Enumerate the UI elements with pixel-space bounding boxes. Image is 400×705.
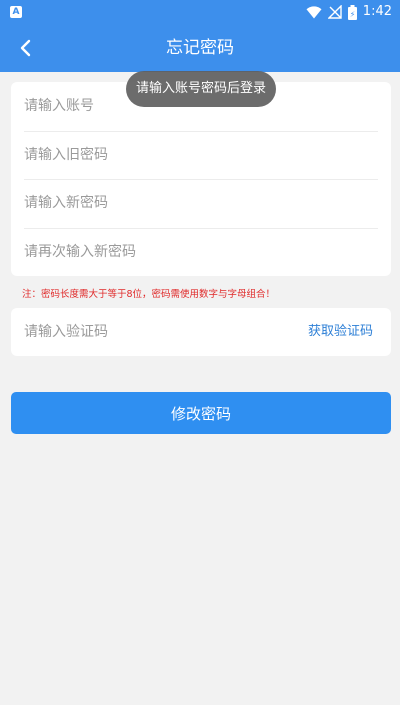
old-password-field (11, 130, 391, 179)
status-icons: ⚡ 1:42 (306, 4, 392, 20)
confirm-password-field (11, 227, 391, 276)
battery-charging-icon: ⚡ (347, 4, 357, 20)
app-bar: 忘记密码 (0, 24, 400, 72)
no-signal-icon (327, 5, 342, 19)
verification-code-input[interactable] (24, 308, 271, 356)
password-form-card (11, 82, 391, 276)
status-time: 1:42 (362, 4, 392, 19)
change-password-button[interactable]: 修改密码 (11, 392, 391, 434)
confirm-password-input[interactable] (24, 227, 391, 276)
svg-text:⚡: ⚡ (349, 10, 355, 19)
status-bar: A ⚡ 1:42 (0, 0, 400, 24)
password-rule-note: 注：密码长度需大于等于8位，密码需使用数字与字母组合！ (22, 289, 276, 300)
page-title: 忘记密码 (166, 38, 234, 58)
app-notification-icon: A (10, 6, 22, 18)
new-password-field (11, 179, 391, 228)
new-password-input[interactable] (24, 179, 391, 228)
verification-card: 获取验证码 (11, 308, 391, 356)
toast-message: 请输入账号密码后登录 (126, 71, 276, 107)
get-code-button[interactable]: 获取验证码 (308, 308, 373, 356)
wifi-icon (306, 5, 322, 18)
old-password-input[interactable] (24, 130, 391, 179)
